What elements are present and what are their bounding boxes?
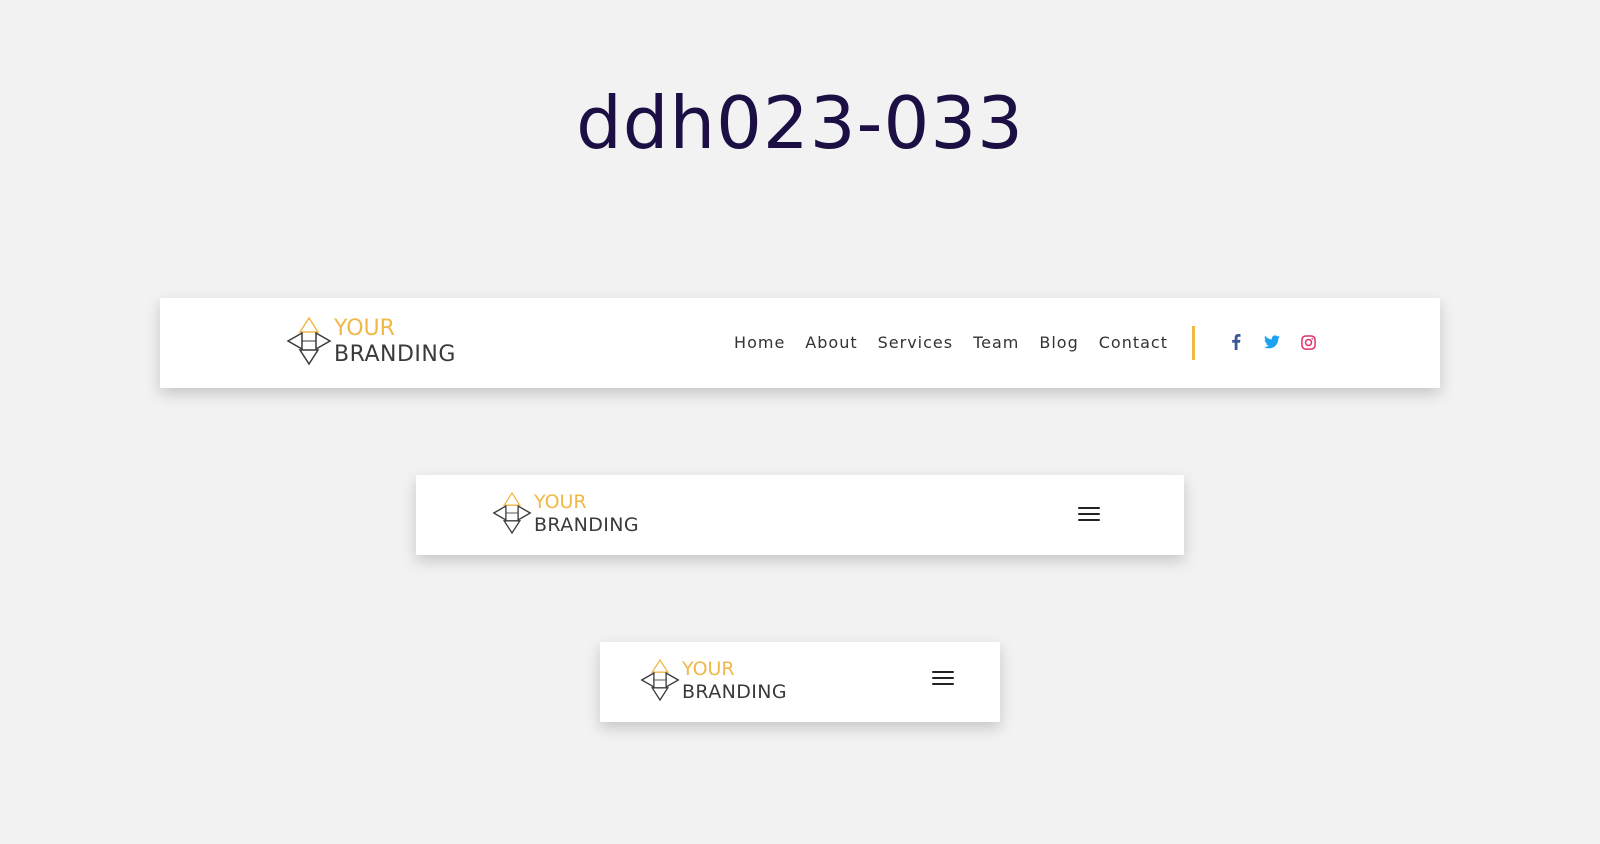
nav-divider [1192,326,1195,360]
logo-mark-icon [286,316,332,366]
nav-about[interactable]: About [805,331,857,355]
hamburger-menu-icon[interactable] [1078,504,1102,524]
page-title: ddh023-033 [576,81,1024,165]
brand-line2: BRANDING [534,514,640,536]
nav-home[interactable]: Home [734,331,785,355]
instagram-icon[interactable] [1298,332,1318,352]
nav-services[interactable]: Services [878,331,953,355]
twitter-icon[interactable] [1262,332,1282,352]
brand-logo[interactable]: YOUR BRANDING [640,658,800,708]
hamburger-menu-icon[interactable] [932,668,956,688]
nav-contact[interactable]: Contact [1099,331,1168,355]
facebook-icon[interactable] [1226,332,1246,352]
main-nav: Home About Services Team Blog Contact [714,331,1168,355]
desktop-header: YOUR BRANDING Home About Services Team B… [160,298,1440,388]
brand-line2: BRANDING [682,681,788,703]
tablet-header: YOUR BRANDING [416,475,1184,555]
logo-mark-icon [492,491,532,535]
brand-line2: BRANDING [334,342,456,367]
brand-line1: YOUR [534,491,587,513]
brand-logo[interactable]: YOUR BRANDING [492,491,652,541]
logo-mark-icon [640,658,680,702]
nav-team[interactable]: Team [973,331,1019,355]
brand-line1: YOUR [334,316,395,341]
nav-blog[interactable]: Blog [1039,331,1078,355]
brand-line1: YOUR [682,658,735,680]
mobile-header: YOUR BRANDING [600,642,1000,722]
brand-logo[interactable]: YOUR BRANDING [286,316,472,372]
